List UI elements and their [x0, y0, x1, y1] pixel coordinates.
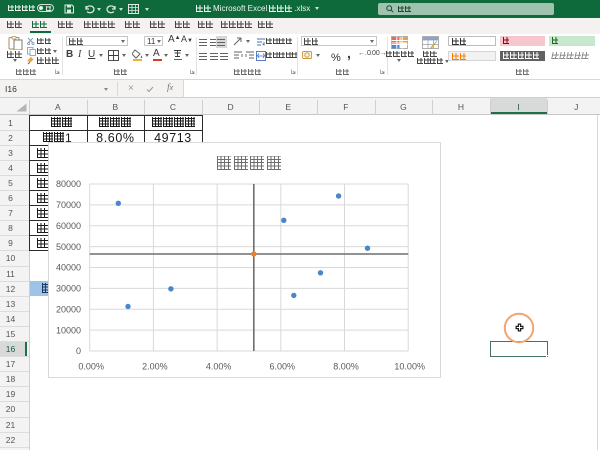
svg-text:70000: 70000 [56, 200, 81, 210]
svg-text:10000: 10000 [56, 325, 81, 335]
svg-text:2.00%: 2.00% [142, 361, 168, 371]
svg-text:80000: 80000 [56, 179, 81, 189]
svg-text:4.00%: 4.00% [206, 361, 232, 371]
svg-text:60000: 60000 [56, 221, 81, 231]
svg-text:0.00%: 0.00% [78, 361, 104, 371]
svg-text:8.00%: 8.00% [333, 361, 359, 371]
svg-text:20000: 20000 [56, 305, 81, 315]
svg-text:10.00%: 10.00% [394, 361, 425, 371]
svg-text:40000: 40000 [56, 263, 81, 273]
svg-text:6.00%: 6.00% [270, 361, 296, 371]
svg-text:30000: 30000 [56, 284, 81, 294]
svg-text:0: 0 [76, 346, 81, 356]
svg-text:50000: 50000 [56, 242, 81, 252]
